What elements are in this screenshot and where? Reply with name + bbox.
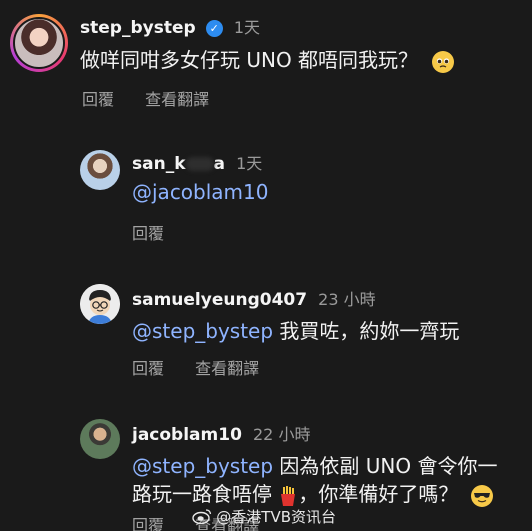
watermark-text: @香港TVB资讯台	[216, 508, 336, 526]
comment-text-content: 路玩一路食唔停	[132, 482, 272, 506]
comment-text-line-2: 路玩一路食唔停 ，你準備好了嗎？	[132, 478, 493, 507]
reply-button[interactable]: 回覆	[82, 90, 114, 109]
weibo-icon	[191, 508, 212, 525]
redacted-mark	[185, 157, 214, 171]
timestamp: 1天	[236, 154, 263, 173]
comment-header: san_k a 1天	[132, 150, 262, 174]
reply-button[interactable]: 回覆	[132, 516, 164, 531]
comment-text-content: ，你準備好了嗎？	[298, 482, 459, 506]
comment-text-line-1: @step_bystep 因為依副 UNO 會令你一	[132, 450, 497, 479]
comment-actions: 回覆	[132, 220, 190, 244]
username[interactable]: jacoblam10	[132, 425, 242, 445]
comment-text-content: 我買咗，約妳一齊玩	[273, 319, 460, 343]
comment-text: @step_bystep 我買咗，約妳一齊玩	[132, 315, 459, 344]
avatar-samuelyeung0407[interactable]	[80, 284, 120, 324]
french-fries-icon	[278, 485, 298, 507]
see-translation-button[interactable]: 查看翻譯	[195, 359, 259, 378]
avatar-jacoblam10[interactable]	[80, 419, 120, 459]
avatar-san-k[interactable]	[80, 150, 120, 190]
see-translation-button[interactable]: 查看翻譯	[145, 90, 209, 109]
comment-text-content: 因為依副 UNO 會令你一	[273, 454, 498, 478]
comment-text-content: 做咩同咁多女仔玩 UNO 都唔同我玩？	[80, 48, 419, 72]
comment-header: jacoblam10 22 小時	[132, 421, 310, 445]
verified-badge-icon: ✓	[205, 20, 223, 37]
username[interactable]: samuelyeung0407	[132, 290, 307, 310]
username[interactable]: san_k a	[132, 154, 225, 174]
username-part: san_k	[132, 154, 186, 174]
comment-actions: 回覆 查看翻譯	[82, 86, 235, 110]
sunglasses-face-icon	[470, 484, 493, 507]
timestamp: 22 小時	[253, 425, 311, 444]
comment-text: @jacoblam10	[132, 180, 268, 204]
reply-button[interactable]: 回覆	[132, 224, 164, 243]
comment-text: 做咩同咁多女仔玩 UNO 都唔同我玩？	[80, 44, 455, 73]
comment-header: samuelyeung0407 23 小時	[132, 286, 376, 310]
mention-link[interactable]: @step_bystep	[132, 319, 273, 343]
pleading-face-icon	[432, 50, 455, 73]
comment-actions: 回覆 查看翻譯	[132, 355, 285, 379]
mention-link[interactable]: @step_bystep	[132, 454, 273, 478]
reply-button[interactable]: 回覆	[132, 359, 164, 378]
watermark: @香港TVB资讯台	[191, 506, 336, 527]
comment-header: step_bystep ✓ 1天	[80, 14, 260, 38]
mention-link[interactable]: @jacoblam10	[132, 180, 268, 204]
timestamp: 1天	[233, 18, 261, 37]
timestamp: 23 小時	[318, 290, 376, 309]
username-part: a	[213, 154, 225, 174]
avatar-step-bystep[interactable]	[10, 14, 68, 72]
username[interactable]: step_bystep	[80, 18, 196, 38]
